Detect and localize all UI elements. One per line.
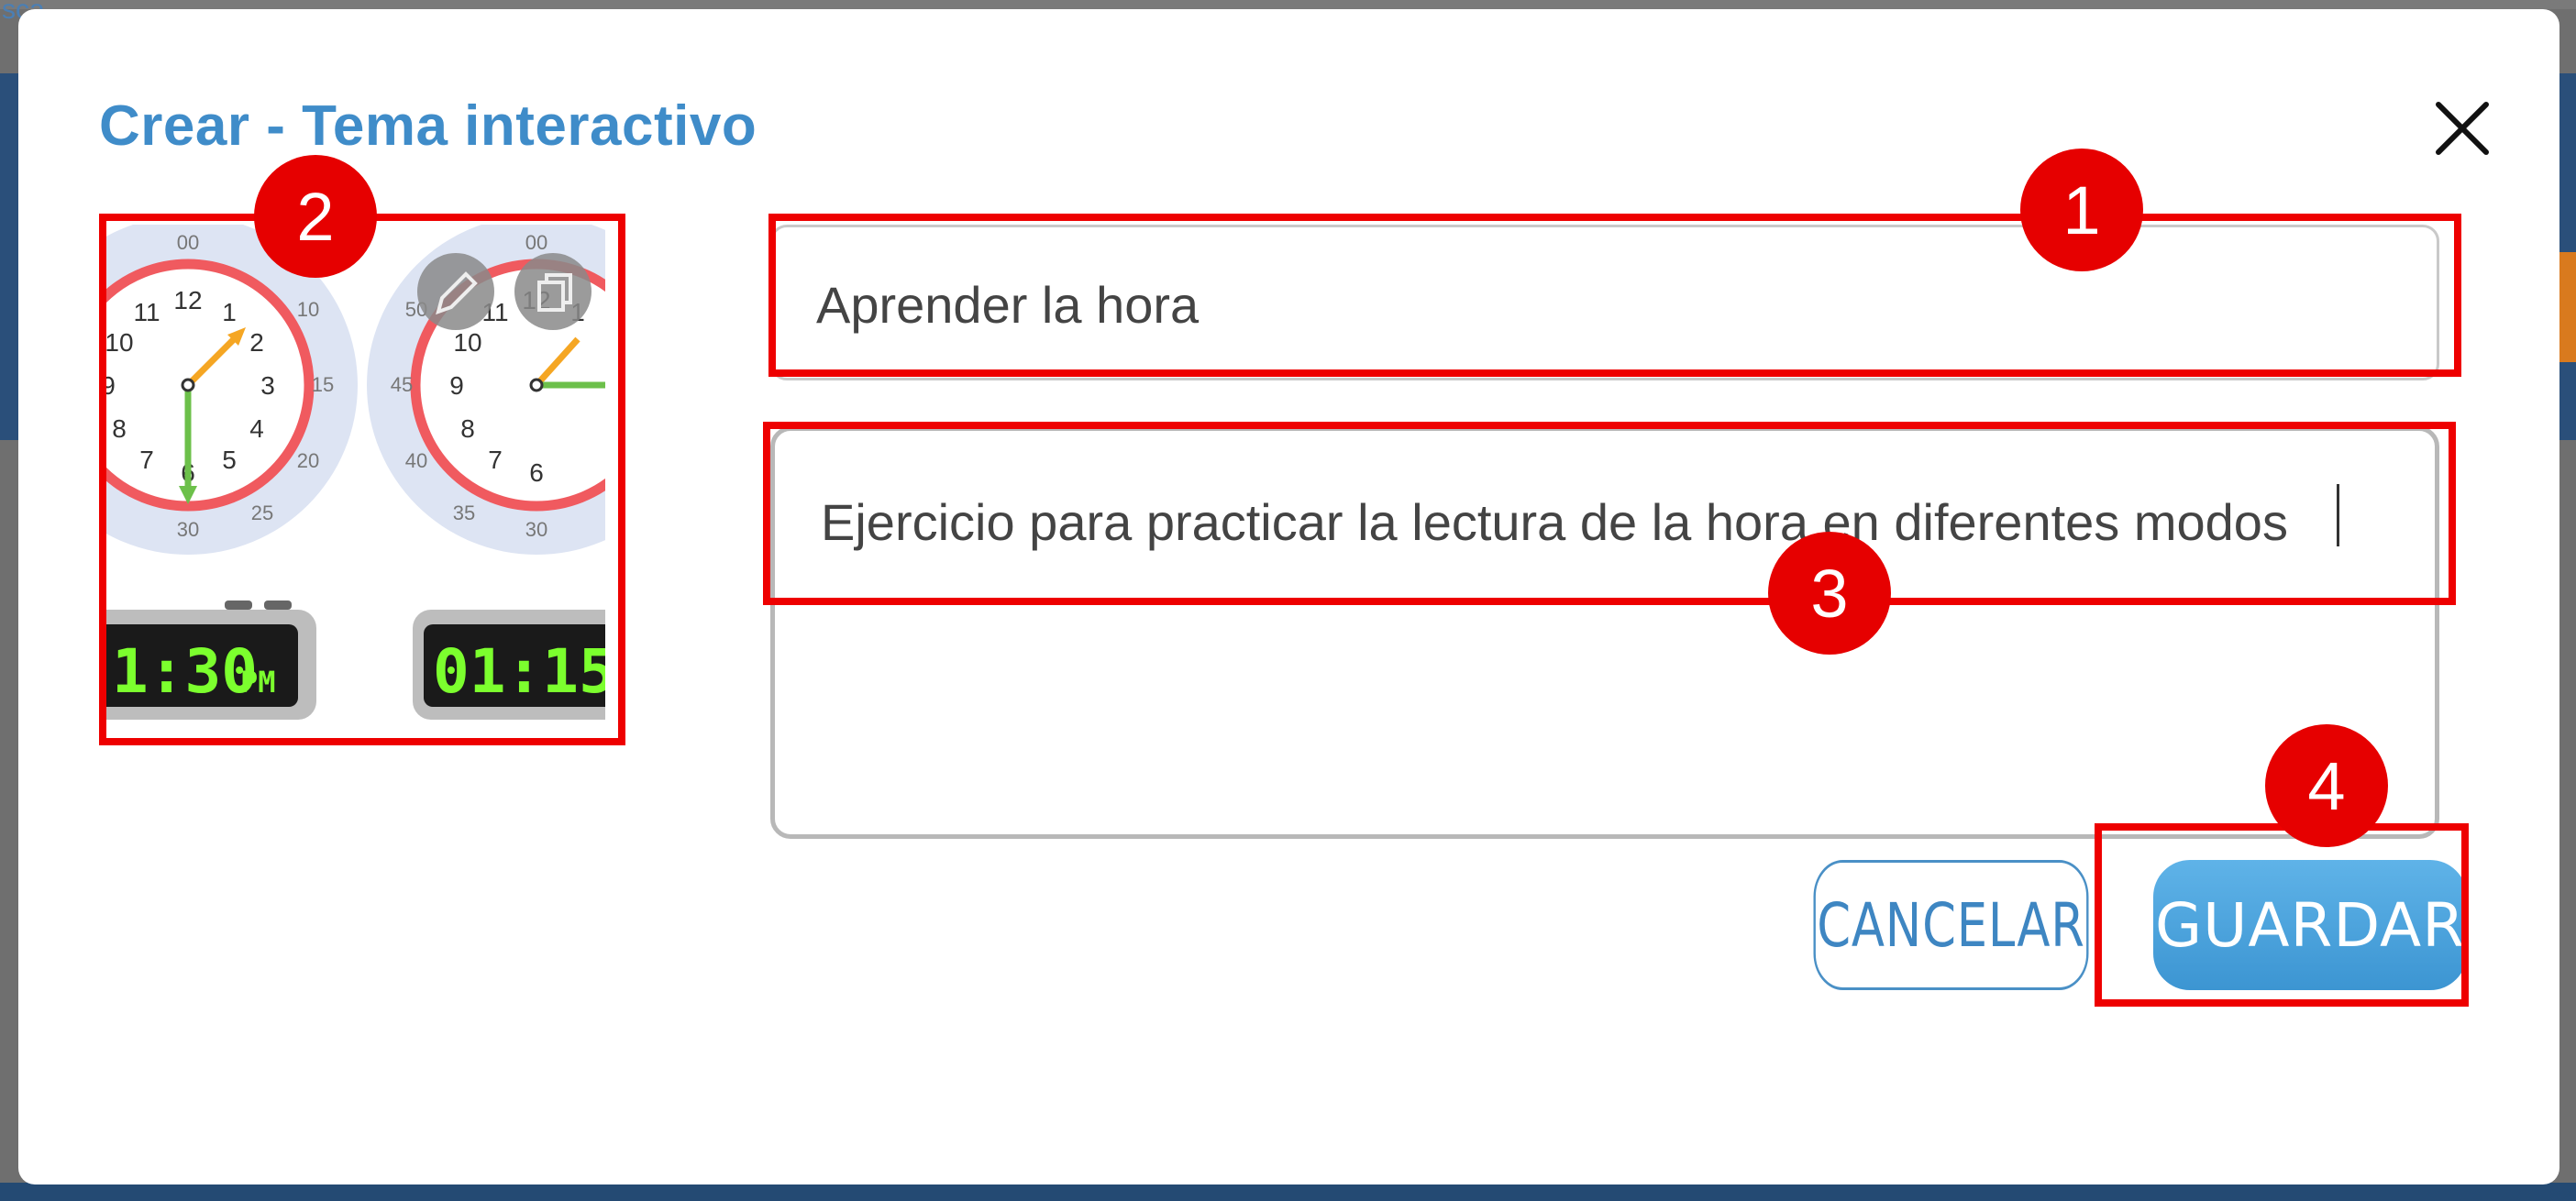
- minute-mark: 45: [391, 373, 413, 396]
- copy-icon[interactable]: [514, 253, 591, 330]
- minute-mark: 20: [297, 449, 319, 472]
- minute-mark: 00: [525, 231, 547, 254]
- clock-number: 7: [139, 446, 154, 474]
- clock-number: 3: [260, 371, 275, 400]
- digital-suffix-left: PM: [240, 665, 276, 700]
- clock-number: 9: [101, 371, 116, 400]
- background-panel-left: [0, 73, 18, 440]
- step-badge-3: 3: [1768, 532, 1891, 655]
- clock-number: 8: [460, 414, 475, 443]
- dialog-title: Crear - Tema interactivo: [99, 94, 757, 158]
- clock-number: 1: [222, 298, 237, 326]
- step-badge-1: 1: [2020, 149, 2143, 271]
- clock-number: 7: [488, 446, 503, 474]
- description-textarea[interactable]: Ejercicio para practicar la lectura de l…: [819, 488, 2400, 803]
- background-strip: [0, 0, 2576, 9]
- clock-number: 4: [249, 414, 264, 443]
- clock-number: 8: [112, 414, 127, 443]
- clock-number: 9: [449, 371, 464, 400]
- digital-time-left: 1:30: [112, 636, 258, 707]
- minute-mark: 30: [525, 518, 547, 541]
- background-panel-orange: [2558, 252, 2576, 362]
- clock-number: 11: [133, 298, 160, 326]
- clock-number: 10: [453, 328, 481, 357]
- title-input[interactable]: [814, 271, 2377, 337]
- clock-number: 10: [105, 328, 133, 357]
- minute-mark: 30: [177, 518, 199, 541]
- minute-mark: 10: [297, 298, 319, 321]
- clock-number: 5: [222, 446, 237, 474]
- text-caret: [2337, 484, 2339, 546]
- close-icon: [2436, 102, 2489, 155]
- digital-clock-right: 01:15: [413, 610, 605, 720]
- minute-mark: 25: [251, 501, 273, 524]
- digital-time-right: 01:15: [433, 636, 605, 707]
- minute-mark: 00: [177, 231, 199, 254]
- step-badge-2: 2: [254, 155, 377, 278]
- minute-mark: 15: [312, 373, 334, 396]
- topic-thumbnail[interactable]: 00 15 30 10 20 25 12 1 2 3 4 5 6 7 8: [101, 225, 605, 752]
- clock-number: 6: [529, 458, 544, 487]
- save-button[interactable]: GUARDAR: [2153, 860, 2467, 990]
- cancel-button[interactable]: CANCELAR: [1813, 860, 2089, 990]
- clock-center: [529, 378, 544, 392]
- minute-mark: 35: [453, 501, 475, 524]
- clock-number: 2: [249, 328, 264, 357]
- clock-number: 12: [173, 286, 202, 314]
- description-field-container: Ejercicio para practicar la lectura de l…: [770, 426, 2439, 839]
- digital-clock-left: 1:30 PM: [101, 600, 316, 720]
- background-bottom-bar: [0, 1183, 2576, 1201]
- minute-mark: 40: [405, 449, 427, 472]
- create-topic-dialog: Crear - Tema interactivo 00 15 30 10 20 …: [18, 9, 2559, 1184]
- pencil-icon[interactable]: [417, 253, 494, 330]
- step-badge-4: 4: [2265, 724, 2388, 847]
- title-field-container: [770, 225, 2439, 380]
- clock-illustration: 00 15 30 10 20 25 12 1 2 3 4 5 6 7 8: [101, 225, 605, 720]
- close-button[interactable]: [2426, 92, 2499, 165]
- clock-center: [181, 378, 195, 392]
